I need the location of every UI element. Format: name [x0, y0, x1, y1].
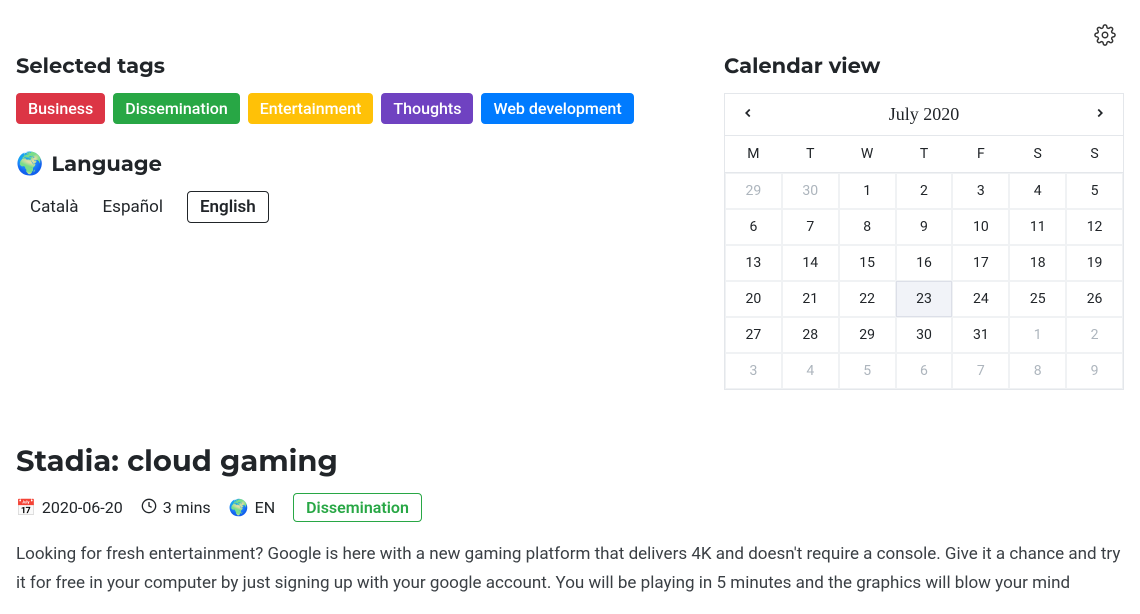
tag-entertainment[interactable]: Entertainment: [248, 93, 374, 124]
calendar-day[interactable]: 29: [725, 173, 782, 209]
calendar-day[interactable]: 18: [1009, 245, 1066, 281]
calendar-day[interactable]: 21: [782, 281, 839, 317]
calendar-dow-row: MTWTFSS: [725, 136, 1123, 173]
globe-icon: 🌍: [229, 498, 249, 517]
calendar-dow: M: [725, 136, 782, 173]
calendar-dow: T: [782, 136, 839, 173]
article-language: 🌍 EN: [229, 498, 275, 517]
tag-business[interactable]: Business: [16, 93, 105, 124]
calendar-day[interactable]: 22: [839, 281, 896, 317]
calendar-day[interactable]: 27: [725, 317, 782, 353]
article-date-value: 2020-06-20: [42, 498, 123, 517]
language-heading: Language: [51, 152, 161, 177]
calendar-day[interactable]: 9: [896, 209, 953, 245]
calendar-day[interactable]: 5: [839, 353, 896, 389]
language-option-español[interactable]: Español: [103, 197, 163, 217]
calendar-day[interactable]: 2: [1066, 317, 1123, 353]
language-list: Català Español English: [16, 191, 692, 223]
calendar-next[interactable]: [1089, 104, 1111, 125]
tags-list: Business Dissemination EntertainmentThough…: [16, 93, 692, 124]
calendar-prev[interactable]: [737, 104, 759, 125]
calendar-day[interactable]: 23: [896, 281, 953, 317]
calendar-day[interactable]: 4: [782, 353, 839, 389]
language-option-català[interactable]: Català: [30, 197, 79, 217]
tag-web-development[interactable]: Web development: [481, 93, 633, 124]
article-title[interactable]: Stadia: cloud gaming: [16, 444, 1124, 479]
calendar-day[interactable]: 8: [1009, 353, 1066, 389]
calendar-dow: F: [952, 136, 1009, 173]
calendar-day[interactable]: 3: [952, 173, 1009, 209]
article-readtime-value: 3 mins: [163, 498, 211, 517]
calendar-dow: S: [1009, 136, 1066, 173]
calendar-day[interactable]: 1: [839, 173, 896, 209]
clock-icon: [141, 498, 157, 518]
article-tag[interactable]: Dissemination: [293, 493, 422, 522]
calendar-day[interactable]: 11: [1009, 209, 1066, 245]
tag-thoughts[interactable]: Thoughts: [381, 93, 473, 124]
calendar-title: July 2020: [889, 104, 960, 125]
calendar-day[interactable]: 13: [725, 245, 782, 281]
globe-icon: 🌍: [16, 152, 43, 177]
calendar-day[interactable]: 7: [782, 209, 839, 245]
tags-heading: Selected tags: [16, 54, 692, 79]
calendar-day[interactable]: 30: [896, 317, 953, 353]
language-option-english[interactable]: English: [187, 191, 269, 223]
calendar-day[interactable]: 15: [839, 245, 896, 281]
calendar-days-grid: 2930123456789101112131415161718192021222…: [725, 173, 1123, 389]
calendar-day[interactable]: 8: [839, 209, 896, 245]
calendar-day[interactable]: 1: [1009, 317, 1066, 353]
article-language-value: EN: [255, 498, 276, 517]
calendar-day[interactable]: 5: [1066, 173, 1123, 209]
article-date: 📅 2020-06-20: [16, 498, 123, 517]
calendar-day[interactable]: 14: [782, 245, 839, 281]
calendar-day[interactable]: 25: [1009, 281, 1066, 317]
calendar-day[interactable]: 12: [1066, 209, 1123, 245]
calendar-dow: W: [839, 136, 896, 173]
calendar-day[interactable]: 31: [952, 317, 1009, 353]
calendar-icon: 📅: [16, 498, 36, 517]
calendar-day[interactable]: 6: [896, 353, 953, 389]
calendar-heading: Calendar view: [724, 54, 1124, 79]
calendar-day[interactable]: 20: [725, 281, 782, 317]
calendar-day[interactable]: 9: [1066, 353, 1123, 389]
article-excerpt: Looking for fresh entertainment? Google …: [16, 540, 1124, 598]
calendar-day[interactable]: 30: [782, 173, 839, 209]
calendar-day[interactable]: 17: [952, 245, 1009, 281]
calendar-day[interactable]: 2: [896, 173, 953, 209]
settings-icon[interactable]: [1094, 24, 1116, 46]
calendar-day[interactable]: 19: [1066, 245, 1123, 281]
calendar-day[interactable]: 28: [782, 317, 839, 353]
calendar-day[interactable]: 7: [952, 353, 1009, 389]
calendar-day[interactable]: 10: [952, 209, 1009, 245]
calendar-day[interactable]: 3: [725, 353, 782, 389]
calendar: July 2020 MTWTFSS 2930123456789101112131…: [724, 93, 1124, 390]
calendar-dow: S: [1066, 136, 1123, 173]
calendar-day[interactable]: 4: [1009, 173, 1066, 209]
article-readtime: 3 mins: [141, 498, 211, 518]
calendar-day[interactable]: 16: [896, 245, 953, 281]
calendar-day[interactable]: 24: [952, 281, 1009, 317]
calendar-day[interactable]: 6: [725, 209, 782, 245]
calendar-day[interactable]: 26: [1066, 281, 1123, 317]
tag-dissemination[interactable]: Dissemination: [113, 93, 240, 124]
calendar-day[interactable]: 29: [839, 317, 896, 353]
calendar-dow: T: [896, 136, 953, 173]
